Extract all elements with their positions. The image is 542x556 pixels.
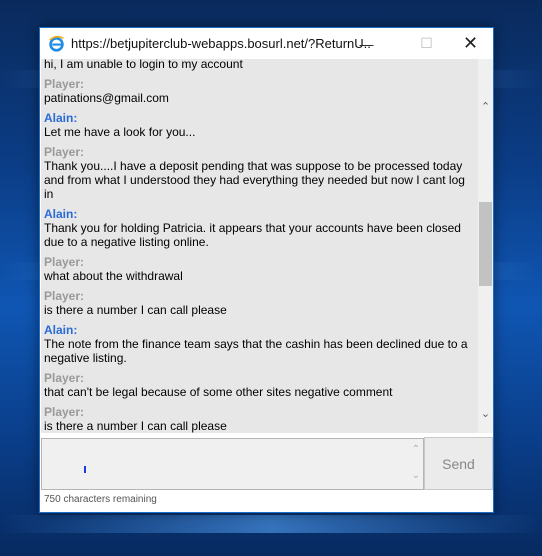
send-button[interactable]: Send xyxy=(424,437,493,490)
characters-remaining: 750 characters remaining xyxy=(44,494,157,505)
chat-message: Alain: Let me have a look for you... xyxy=(44,111,472,139)
chat-message: Player: is there a number I can call plea… xyxy=(44,289,472,317)
desktop-light-streak xyxy=(0,515,542,533)
message-sender: Player: xyxy=(44,289,85,303)
chat-message: Player: is there a number I can call plea… xyxy=(44,405,472,433)
chat-message: Alain: The note from the finance team say… xyxy=(44,323,472,365)
message-text: is there a number I can call please xyxy=(44,419,227,433)
message-sender: Player: xyxy=(44,255,85,269)
message-text: The note from the finance team says that… xyxy=(44,337,468,365)
input-scroll-up-icon[interactable]: ⌃ xyxy=(412,444,420,455)
title-bar[interactable]: https://betjupiterclub-webapps.bosurl.ne… xyxy=(40,28,493,59)
message-input[interactable]: ⌃ ⌄ xyxy=(41,438,424,490)
maximize-button[interactable]: ☐ xyxy=(404,28,449,59)
scroll-down-arrow-icon[interactable]: ⌄ xyxy=(478,407,493,421)
chat-transcript[interactable]: hi, I am unable to login to my account Pl… xyxy=(41,59,478,433)
message-text: Thank you....I have a deposit pending th… xyxy=(44,159,465,201)
chat-message: Player: Thank you....I have a deposit pen… xyxy=(44,145,472,201)
chat-message: Player: that can't be legal because of so… xyxy=(44,371,472,399)
message-text: Thank you for holding Patricia. it appea… xyxy=(44,221,461,249)
scrollbar-thumb[interactable] xyxy=(479,202,492,286)
message-text: what about the withdrawal xyxy=(44,269,183,283)
internet-explorer-icon xyxy=(49,35,64,52)
scroll-up-arrow-icon[interactable]: ⌃ xyxy=(478,100,493,114)
chat-scrollbar[interactable]: ⌃ ⌄ xyxy=(478,59,493,433)
message-sender: Player: xyxy=(44,371,85,385)
message-list: hi, I am unable to login to my account Pl… xyxy=(44,59,472,433)
minimize-button[interactable]: — xyxy=(344,28,389,59)
chat-message: Player: what about the withdrawal xyxy=(44,255,472,283)
input-scroll-down-icon[interactable]: ⌄ xyxy=(412,470,420,481)
chat-message: Player: patinations@gmail.com xyxy=(44,77,472,105)
window-title: https://betjupiterclub-webapps.bosurl.ne… xyxy=(71,36,371,51)
message-text: patinations@gmail.com xyxy=(44,91,169,105)
message-text: that can't be legal because of some othe… xyxy=(44,385,393,399)
message-sender: Player: xyxy=(44,77,85,91)
text-caret xyxy=(84,466,86,473)
message-sender: Alain: xyxy=(44,207,78,221)
message-text: is there a number I can call please xyxy=(44,303,227,317)
message-sender: Alain: xyxy=(44,323,78,337)
message-text: Let me have a look for you... xyxy=(44,125,196,139)
message-text: hi, I am unable to login to my account xyxy=(44,59,243,71)
chat-message: hi, I am unable to login to my account xyxy=(44,59,472,71)
message-sender: Player: xyxy=(44,145,85,159)
chat-window: https://betjupiterclub-webapps.bosurl.ne… xyxy=(39,27,494,513)
message-sender: Player: xyxy=(44,405,85,419)
chat-message: Alain: Thank you for holding Patricia. it… xyxy=(44,207,472,249)
close-button[interactable]: ✕ xyxy=(448,28,493,59)
message-sender: Alain: xyxy=(44,111,78,125)
